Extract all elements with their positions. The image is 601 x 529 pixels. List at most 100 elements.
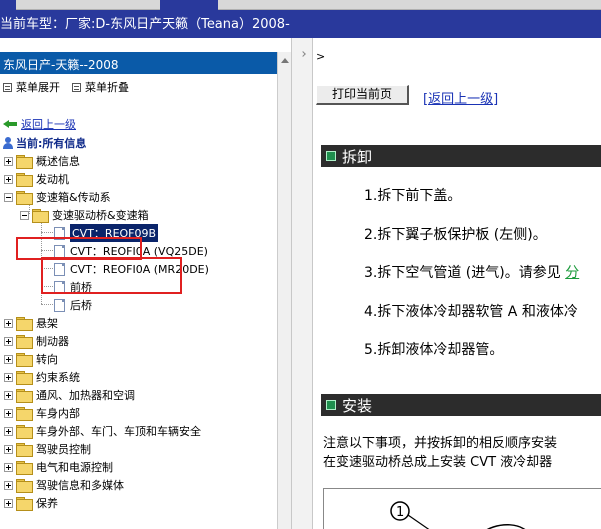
nav-back-label: 返回上一级 xyxy=(21,118,76,131)
user-icon xyxy=(3,137,13,149)
tree-node[interactable]: 变速箱&传动系 xyxy=(4,188,111,206)
nav-toolbar: 菜单展开 菜单折叠 xyxy=(0,78,129,96)
window-title: 当前车型：厂家:D-东风日产天籁（Teana）2008- xyxy=(0,17,290,32)
menu-collapse-icon xyxy=(72,82,81,92)
section-header-install: 安装 xyxy=(321,394,601,416)
install-note: 注意以下事项，并按拆卸的相反顺序安装 xyxy=(323,436,558,451)
menu-expand-icon xyxy=(3,82,12,92)
expand-icon[interactable] xyxy=(4,462,13,472)
content-prefix: > xyxy=(316,50,326,63)
current-location: 当前:所有信息 xyxy=(3,135,86,151)
step-item: 2.拆下翼子板保护板 (左侧)。 xyxy=(364,227,547,243)
folder-icon xyxy=(16,371,33,385)
expand-icon[interactable] xyxy=(4,354,13,364)
tree-node[interactable]: 驾驶员控制 xyxy=(4,440,91,458)
tree-node-label: 制动器 xyxy=(36,335,69,348)
folder-icon xyxy=(16,353,33,367)
step-item: 3.拆下空气管道 (进气)。请参见 分 xyxy=(364,262,579,282)
tree-node-label: 悬架 xyxy=(36,317,58,330)
part-outline xyxy=(487,524,525,529)
collapse-icon[interactable] xyxy=(4,192,13,202)
tree-node-label: 驾驶信息和多媒体 xyxy=(36,479,124,492)
section-header-remove: 拆卸 xyxy=(321,145,601,167)
nav-scrollbar[interactable] xyxy=(277,52,291,529)
expand-icon[interactable] xyxy=(4,408,13,418)
folder-icon xyxy=(16,461,33,475)
tree-node-label: 变速箱&传动系 xyxy=(36,191,111,204)
callout-number: 1 xyxy=(396,505,404,520)
back-arrow-icon xyxy=(3,119,17,129)
expand-icon[interactable] xyxy=(4,426,13,436)
tree-node[interactable]: 电气和电源控制 xyxy=(4,458,113,476)
tree-node-label: 转向 xyxy=(36,353,58,366)
folder-icon xyxy=(16,335,33,349)
scroll-up-icon[interactable] xyxy=(281,58,289,63)
callout-leader xyxy=(407,514,430,529)
tree-node-label: 通风、加热器和空调 xyxy=(36,389,135,402)
current-location-label: 当前:所有信息 xyxy=(16,137,87,150)
expand-menu-button[interactable]: 菜单展开 xyxy=(3,79,60,95)
collapse-menu-label: 菜单折叠 xyxy=(85,81,129,94)
folder-icon xyxy=(16,317,33,331)
tree-node[interactable]: 后桥 xyxy=(54,296,92,314)
tree-node-label: 车身内部 xyxy=(36,407,80,420)
highlight-box xyxy=(41,257,182,294)
tree-node[interactable]: 车身外部、车门、车顶和车辆安全 xyxy=(4,422,201,440)
diagram-svg: 1 xyxy=(390,501,526,529)
nav-header: 东风日产-天籁--2008 xyxy=(0,52,284,74)
reference-link[interactable]: 分 xyxy=(565,265,579,281)
section-bullet-icon xyxy=(326,151,336,161)
tree-node[interactable]: 发动机 xyxy=(4,170,69,188)
tree-node[interactable]: 保养 xyxy=(4,494,58,512)
expand-icon[interactable] xyxy=(4,336,13,346)
print-page-button[interactable]: 打印当前页 xyxy=(316,85,409,105)
panel-splitter[interactable] xyxy=(291,38,313,529)
collapse-icon[interactable] xyxy=(20,210,29,220)
open-folder-icon xyxy=(32,209,49,223)
expand-icon[interactable] xyxy=(4,156,13,166)
tree-node[interactable]: 变速驱动桥&变速箱 xyxy=(20,206,149,224)
folder-icon xyxy=(16,497,33,511)
tree-node-label: 概述信息 xyxy=(36,155,80,168)
section-title: 拆卸 xyxy=(342,147,373,166)
tree-node-label: 车身外部、车门、车顶和车辆安全 xyxy=(36,425,201,438)
tree-node-label: 发动机 xyxy=(36,173,69,186)
toolbar-strip-left xyxy=(16,0,160,10)
collapse-menu-button[interactable]: 菜单折叠 xyxy=(72,79,129,95)
tree-node-label: 驾驶员控制 xyxy=(36,443,91,456)
expand-icon[interactable] xyxy=(4,390,13,400)
folder-icon xyxy=(16,407,33,421)
expand-icon[interactable] xyxy=(4,372,13,382)
expand-icon[interactable] xyxy=(4,318,13,328)
expand-icon[interactable] xyxy=(4,174,13,184)
tree-node[interactable]: 约束系统 xyxy=(4,368,80,386)
tree-node[interactable]: 驾驶信息和多媒体 xyxy=(4,476,124,494)
diagram-figure: 1 xyxy=(323,488,601,529)
expand-icon[interactable] xyxy=(4,480,13,490)
step-text: 3.拆下空气管道 (进气)。请参见 xyxy=(364,265,561,281)
tree-node-label: 变速驱动桥&变速箱 xyxy=(52,209,149,222)
nav-back-link[interactable]: 返回上一级 xyxy=(3,116,76,132)
tree-node[interactable]: 车身内部 xyxy=(4,404,80,422)
tree-node[interactable]: 制动器 xyxy=(4,332,69,350)
folder-icon xyxy=(16,389,33,403)
install-note: 在变速驱动桥总成上安装 CVT 液冷却器 xyxy=(323,455,553,470)
collapse-arrow-icon[interactable] xyxy=(300,51,306,57)
step-item: 4.拆下液体冷却器软管 A 和液体冷 xyxy=(364,304,578,320)
content-panel: > 打印当前页 [返回上一级] 拆卸 1.拆下前下盖。 2.拆下翼子板保护板 (… xyxy=(313,38,601,529)
tree-node[interactable]: 转向 xyxy=(4,350,58,368)
open-folder-icon xyxy=(16,191,33,205)
tree-node-label: 保养 xyxy=(36,497,58,510)
content-back-link[interactable]: [返回上一级] xyxy=(423,88,498,107)
navigation-panel: 东风日产-天籁--2008 菜单展开 菜单折叠 返回上一级 当前:所有信息 概述… xyxy=(0,52,291,529)
tree-node[interactable]: 通风、加热器和空调 xyxy=(4,386,135,404)
expand-icon[interactable] xyxy=(4,444,13,454)
tree-node[interactable]: 悬架 xyxy=(4,314,58,332)
tree-node-label: 约束系统 xyxy=(36,371,80,384)
folder-icon xyxy=(16,425,33,439)
folder-icon xyxy=(16,155,33,169)
tree-node[interactable]: 概述信息 xyxy=(4,152,80,170)
folder-icon xyxy=(16,173,33,187)
expand-icon[interactable] xyxy=(4,498,13,508)
step-item: 1.拆下前下盖。 xyxy=(364,188,462,204)
